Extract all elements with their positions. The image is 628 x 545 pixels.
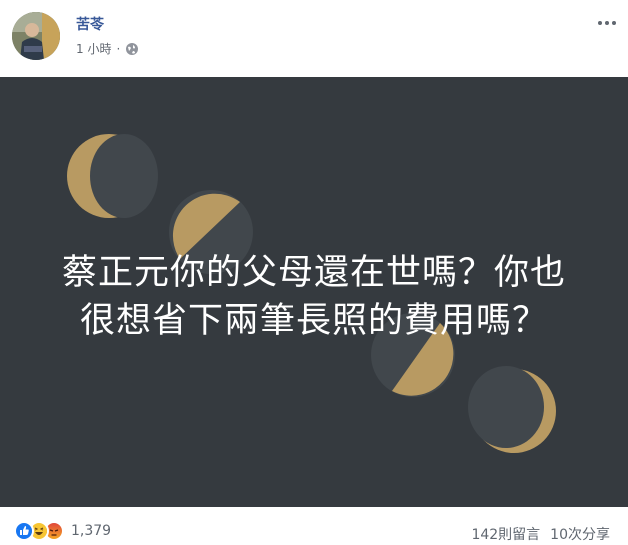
globe-icon[interactable] <box>125 42 139 56</box>
post-time[interactable]: 1 小時 <box>76 40 111 57</box>
reaction-count: 1,379 <box>71 523 112 539</box>
share-count[interactable]: 10次分享 <box>550 524 610 544</box>
caption-line-2: 很想省下兩筆長照的費用嗎？ <box>79 301 548 341</box>
post-header: 苦苓 1 小時 · <box>0 0 628 76</box>
post-meta: 1 小時 · <box>76 40 139 57</box>
post-footer: 1,379 142則留言 10次分享 <box>0 515 628 545</box>
moon-1-shadow <box>90 134 158 218</box>
caption-line-1: 蔡正元你的父母還在世嗎？你也 <box>61 253 566 293</box>
reactions-summary[interactable]: 1,379 <box>14 521 111 541</box>
comment-count[interactable]: 142則留言 <box>471 524 540 544</box>
more-options-icon[interactable] <box>596 12 618 34</box>
engagement-counts: 142則留言 10次分享 <box>471 524 610 544</box>
like-icon <box>14 521 34 541</box>
post-image[interactable]: 蔡正元你的父母還在世嗎？你也 很想省下兩筆長照的費用嗎？ <box>0 77 628 507</box>
facebook-post: 苦苓 1 小時 · 蔡正元你的父母還在世嗎？你也 很想省下兩筆長照的費用嗎？ 1… <box>0 0 628 545</box>
image-caption: 蔡正元你的父母還在世嗎？你也 很想省下兩筆長照的費用嗎？ <box>0 249 628 345</box>
separator-dot: · <box>116 41 121 56</box>
author-name[interactable]: 苦苓 <box>76 14 104 34</box>
moon-4 <box>468 366 556 453</box>
author-avatar[interactable] <box>12 12 60 60</box>
